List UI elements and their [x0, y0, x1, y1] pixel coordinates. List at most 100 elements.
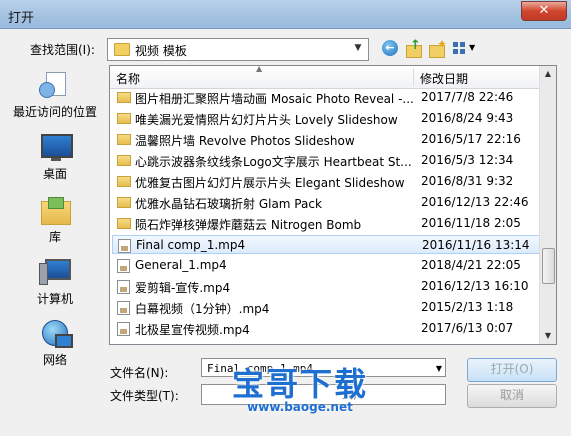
place-label: 计算机	[36, 292, 73, 306]
file-name: 图片相册汇聚照片墙动画 Mosaic Photo Reveal -...	[135, 92, 413, 106]
folder-icon	[117, 176, 131, 187]
file-name: 白幕视频（1分钟）.mp4	[135, 302, 270, 316]
file-row[interactable]: General_1.mp4 2018/4/21 22:05	[112, 256, 540, 275]
file-row[interactable]: 爱剪辑-宣传.mp4 2016/12/13 16:10	[112, 277, 540, 296]
folder-icon	[117, 134, 131, 145]
file-row[interactable]: Final comp_1.mp4 2016/11/16 13:14	[112, 235, 540, 254]
file-date: 2016/5/17 22:16	[421, 132, 521, 146]
column-divider[interactable]	[413, 68, 414, 86]
folder-icon	[117, 155, 131, 166]
file-date: 2018/4/21 22:05	[421, 258, 521, 272]
column-name[interactable]: 名称	[116, 70, 140, 87]
place-desktop[interactable]: 桌面	[5, 132, 105, 182]
video-file-icon	[117, 259, 130, 273]
file-date: 2016/5/3 12:34	[421, 153, 514, 167]
file-row[interactable]: 白幕视频（1分钟）.mp4 2015/2/13 1:18	[112, 298, 540, 317]
place-label: 库	[48, 230, 61, 244]
open-file-dialog: 打开 ✕ 查找范围(I): 视频 模板 ▼ ← ↑ ✦ ▼ 最近访问的位置 桌面…	[0, 0, 571, 436]
file-row[interactable]: 优雅复古图片幻灯片展示片头 Elegant Slideshow 2016/8/31…	[112, 172, 540, 191]
chevron-down-icon[interactable]: ▼	[436, 359, 442, 378]
places-bar: 最近访问的位置 桌面 库 计算机 网络	[5, 64, 105, 367]
video-file-icon	[118, 239, 131, 253]
filename-value: Final comp_1.mp4	[207, 362, 313, 375]
folder-icon	[117, 92, 131, 103]
file-name: 爱剪辑-宣传.mp4	[135, 281, 231, 295]
file-name: 北极星宣传视频.mp4	[135, 323, 250, 337]
file-name: Final comp_1.mp4	[136, 238, 246, 252]
filetype-value: 式)	[342, 388, 358, 401]
folder-icon	[117, 197, 131, 208]
place-label: 最近访问的位置	[12, 105, 97, 119]
column-date-modified[interactable]: 修改日期	[420, 70, 468, 87]
place-recent[interactable]: 最近访问的位置	[5, 70, 105, 120]
place-computer[interactable]: 计算机	[5, 257, 105, 307]
grid-view-icon	[453, 42, 466, 55]
network-icon	[39, 318, 73, 348]
file-rows: 图片相册汇聚照片墙动画 Mosaic Photo Reveal -... 2017…	[110, 88, 541, 344]
desktop-icon	[39, 132, 73, 162]
file-date: 2017/6/13 0:07	[421, 321, 514, 335]
title-bar: 打开 ✕	[0, 0, 571, 29]
folder-icon	[114, 43, 130, 56]
place-library[interactable]: 库	[5, 195, 105, 245]
filename-label: 文件名(N):	[110, 366, 169, 380]
lookin-combobox[interactable]: 视频 模板 ▼	[107, 38, 369, 61]
file-date: 2016/8/24 9:43	[421, 111, 514, 125]
file-date: 2016/12/13 16:10	[421, 279, 529, 293]
column-header: ▲ 名称 修改日期	[110, 66, 541, 89]
file-list[interactable]: ▲ 名称 修改日期 图片相册汇聚照片墙动画 Mosaic Photo Revea…	[109, 65, 557, 345]
up-arrow-icon: ↑	[410, 38, 421, 53]
file-date: 2017/7/8 22:46	[421, 90, 514, 104]
file-name: 温馨照片墙 Revolve Photos Slideshow	[135, 134, 355, 148]
file-row[interactable]: 优雅水晶钻石玻璃折射 Glam Pack 2016/12/13 22:46	[112, 193, 540, 212]
video-file-icon	[117, 280, 130, 294]
file-row[interactable]: 温馨照片墙 Revolve Photos Slideshow 2016/5/17 …	[112, 130, 540, 149]
file-row[interactable]: 图片相册汇聚照片墙动画 Mosaic Photo Reveal -... 2017…	[112, 88, 540, 107]
file-date: 2016/11/16 13:14	[422, 238, 530, 252]
scroll-thumb[interactable]	[542, 248, 555, 284]
file-row[interactable]: 陨石炸弹核弹爆炸蘑菇云 Nitrogen Bomb 2016/11/18 2:05	[112, 214, 540, 233]
filetype-label: 文件类型(T):	[110, 389, 179, 403]
file-name: 优雅复古图片幻灯片展示片头 Elegant Slideshow	[135, 176, 405, 190]
sort-ascending-icon: ▲	[256, 65, 263, 73]
file-date: 2016/11/18 2:05	[421, 216, 521, 230]
file-name: General_1.mp4	[135, 258, 227, 272]
file-date: 2016/12/13 22:46	[421, 195, 529, 209]
back-arrow-icon: ←	[382, 40, 398, 56]
folder-icon	[117, 113, 131, 124]
sparkle-icon: ✦	[437, 37, 448, 51]
file-name: 唯美漏光爱情照片幻灯片片头 Lovely Slideshow	[135, 113, 398, 127]
file-name: 心跳示波器条纹线条Logo文字展示 Heartbeat St...	[135, 155, 412, 169]
lookin-label: 查找范围(I):	[30, 43, 95, 57]
file-row[interactable]: 北极星宣传视频.mp4 2017/6/13 0:07	[112, 319, 540, 338]
close-button[interactable]: ✕	[521, 1, 567, 21]
file-date: 2015/2/13 1:18	[421, 300, 514, 314]
place-network[interactable]: 网络	[5, 318, 105, 368]
vertical-scrollbar[interactable]: ▲ ▼	[539, 66, 556, 344]
file-date: 2016/8/31 9:32	[421, 174, 514, 188]
place-label: 网络	[42, 353, 67, 367]
open-button[interactable]: 打开(O)	[467, 358, 557, 382]
chevron-down-icon[interactable]: ▼	[350, 40, 366, 57]
filetype-select[interactable]: 式)	[201, 384, 446, 405]
video-file-icon	[117, 301, 130, 315]
scroll-up-icon[interactable]: ▲	[540, 66, 556, 82]
cancel-button[interactable]: 取消	[467, 384, 557, 408]
filename-input[interactable]: Final comp_1.mp4 ▼	[201, 358, 446, 377]
new-folder-button[interactable]: ✦	[428, 37, 448, 58]
chevron-down-icon: ▼	[469, 43, 476, 52]
dialog-title: 打开	[8, 11, 35, 26]
folder-icon	[117, 218, 131, 229]
file-row[interactable]: 心跳示波器条纹线条Logo文字展示 Heartbeat St... 2016/5/…	[112, 151, 540, 170]
view-menu-button[interactable]: ▼	[452, 40, 478, 58]
file-row[interactable]: 唯美漏光爱情照片幻灯片片头 Lovely Slideshow 2016/8/24 …	[112, 109, 540, 128]
library-icon	[39, 195, 71, 225]
back-button[interactable]: ←	[382, 40, 400, 58]
computer-icon	[39, 257, 71, 287]
up-folder-button[interactable]: ↑	[405, 38, 423, 58]
video-file-icon	[117, 322, 130, 336]
recent-places-icon	[39, 70, 71, 100]
file-name: 优雅水晶钻石玻璃折射 Glam Pack	[135, 197, 322, 211]
scroll-down-icon[interactable]: ▼	[540, 328, 556, 344]
file-name: 陨石炸弹核弹爆炸蘑菇云 Nitrogen Bomb	[135, 218, 362, 232]
